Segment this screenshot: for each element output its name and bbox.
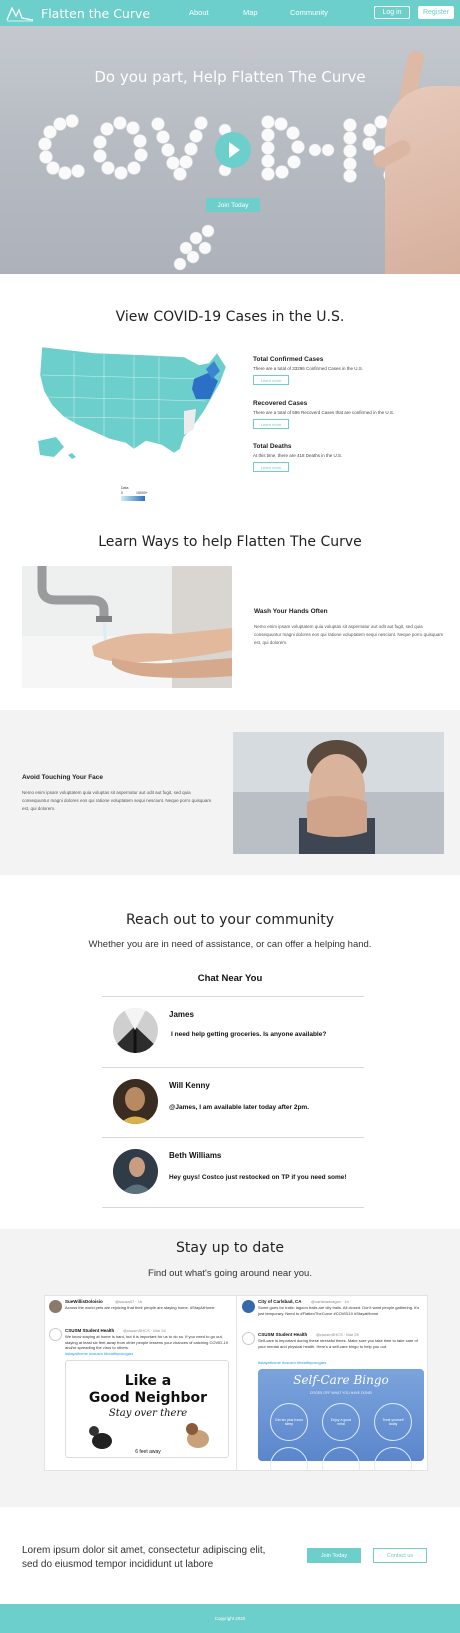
poster-line3: Stay over there: [108, 1408, 188, 1419]
tweet-handle: @csusmSHCS · Mar 24: [123, 1328, 166, 1333]
avatar-beth-williams-image: [113, 1149, 158, 1194]
hero-join-button[interactable]: Join Today: [206, 198, 260, 212]
cta-join-button[interactable]: Join Today: [307, 1548, 361, 1563]
updates-subtitle: Find out what's going around near you.: [148, 1268, 312, 1279]
chat-divider: [102, 1067, 364, 1068]
curve-logo-icon[interactable]: [6, 4, 34, 22]
avatar-will-kenny-image: [113, 1079, 158, 1124]
cta-text: Lorem ipsum dolor sit amet, consectetur …: [22, 1545, 266, 1570]
tweet-hashtags[interactable]: #stayathome #csusm #healthycougars: [258, 1360, 326, 1366]
man-covering-face-illustration: [233, 732, 444, 854]
updates-title: Stay up to date: [176, 1240, 284, 1256]
chat-divider: [102, 1207, 364, 1208]
poster-line1: Like a: [124, 1373, 172, 1389]
us-cases-map[interactable]: [34, 345, 234, 470]
face-text: Nemo enim ipsam voluptatem quia voluptas…: [22, 790, 212, 811]
brand-name[interactable]: Flatten the Curve: [41, 6, 150, 21]
stat-text-deaths: At this time, there are 418 Deaths in th…: [253, 453, 343, 458]
copyright-text: Copyright 2020: [214, 1616, 246, 1621]
tweet-text: Self-care is important during these stre…: [258, 1338, 418, 1349]
stat-text-confirmed: There are a total of 33296 Confirmed Cas…: [253, 366, 364, 371]
chat-name-beth-williams: Beth Williams: [169, 1151, 222, 1160]
wash-hands-heading: Wash Your Hands Often: [254, 608, 328, 615]
hand-image: [385, 86, 460, 274]
chat-title: Chat Near You: [197, 973, 263, 984]
tweet-handle: @carlsbadcagov · 1h: [311, 1299, 349, 1304]
chat-divider: [102, 1137, 364, 1138]
avatar-will-kenny[interactable]: [113, 1079, 158, 1124]
stat-heading-deaths: Total Deaths: [253, 443, 292, 450]
chat-name-will-kenny: Will Kenny: [169, 1081, 210, 1090]
stat-heading-confirmed: Total Confirmed Cases: [253, 356, 324, 363]
ways-title: Learn Ways to help Flatten The Curve: [98, 534, 362, 550]
hero-banner: Do you part, Help Flatten The Curve Join…: [0, 26, 460, 274]
tweet-avatar[interactable]: [49, 1328, 62, 1341]
tweet-author[interactable]: SueWillisDoloisio: [65, 1299, 103, 1304]
chat-message-will-kenny: @James, I am available later today after…: [169, 1104, 310, 1111]
community-subtitle: Whether you are in need of assistance, o…: [88, 939, 372, 950]
tweet-avatar[interactable]: [242, 1332, 255, 1345]
hero-title: Do you part, Help Flatten The Curve: [94, 68, 366, 86]
face-heading: Avoid Touching Your Face: [22, 774, 104, 781]
bingo-cell: Treat yourself today: [374, 1403, 412, 1441]
login-button[interactable]: Log in: [374, 6, 410, 19]
tweet-handle: @csusmSHCS · Mar 25: [316, 1332, 359, 1337]
top-nav: Flatten the Curve About Map Community Lo…: [0, 0, 460, 26]
bingo-cell: Get six plus hours sleep: [270, 1403, 308, 1441]
chat-message-beth-williams: Hey guys! Costco just restocked on TP if…: [169, 1174, 347, 1181]
dogs-icon: [89, 1423, 209, 1449]
tweet-handle: @sousa07 · 1h: [115, 1299, 143, 1304]
self-care-bingo-image[interactable]: Self-Care Bingo CROSS OFF WHAT YOU HAVE …: [258, 1369, 424, 1470]
learn-more-recovered-button[interactable]: Learn more: [253, 419, 289, 429]
map-legend-max: 15000+: [136, 491, 148, 495]
wash-hands-image: [22, 566, 232, 688]
touch-face-image: [233, 732, 444, 854]
feed-divider: [236, 1296, 237, 1470]
learn-more-deaths-button[interactable]: Learn more: [253, 462, 289, 472]
play-video-button[interactable]: [215, 132, 251, 168]
tweet-text: Some goes for trails: lagoon trails are …: [258, 1305, 420, 1316]
tweet-author[interactable]: City of Carlsbad, CA: [258, 1299, 302, 1304]
community-title: Reach out to your community: [125, 912, 335, 928]
chat-message-james: I need help getting groceries. Is anyone…: [171, 1031, 327, 1038]
stat-text-recovered: There are a total of 596 Recoverd Cases …: [253, 410, 395, 415]
tweet-text: We know staying at home is hard, but it …: [65, 1334, 228, 1350]
footer: Copyright 2020: [0, 1604, 460, 1633]
bingo-cell: [322, 1447, 360, 1470]
bingo-cell: [270, 1447, 308, 1470]
wash-hands-text: Nemo enim ipsam voluptatem quia voluptas…: [254, 624, 444, 645]
bingo-title: Self-Care Bingo: [293, 1373, 389, 1387]
tweet-poster-image[interactable]: Like a Good Neighbor Stay over there 6 f…: [65, 1360, 229, 1458]
nav-link-map[interactable]: Map: [243, 8, 258, 17]
bingo-cell: [374, 1447, 412, 1470]
cases-title: View COVID-19 Cases in the U.S.: [115, 309, 345, 325]
tweet-avatar[interactable]: [242, 1300, 255, 1313]
learn-more-confirmed-button[interactable]: Learn more: [253, 375, 289, 385]
nav-link-about[interactable]: About: [189, 8, 209, 17]
chat-divider: [102, 996, 364, 997]
chat-name-james: James: [169, 1010, 194, 1019]
avatar-james-image: [113, 1008, 158, 1053]
map-legend-label: Data: [121, 486, 129, 490]
poster-bottom: 6 feet away: [135, 1449, 161, 1455]
tweet-text: Across the world pets are rejoicing that…: [65, 1305, 215, 1310]
poster-line2: Good Neighbor: [88, 1390, 208, 1406]
bingo-cell: Enjoy a good meal: [322, 1403, 360, 1441]
twitter-feed-embed[interactable]: SueWillisDoloisio @sousa07 · 1h Across t…: [44, 1295, 428, 1471]
cta-contact-button[interactable]: Contact us: [373, 1548, 427, 1563]
tweet-author[interactable]: CSUSM Student Health: [258, 1332, 307, 1337]
tweet-hashtags[interactable]: #stayathome #csusm #healthycougars: [65, 1351, 133, 1357]
avatar-james[interactable]: [113, 1008, 158, 1053]
register-button[interactable]: Register: [418, 6, 454, 19]
faucet-hands-illustration: [22, 566, 232, 688]
bingo-subtitle: CROSS OFF WHAT YOU HAVE DONE!: [309, 1391, 373, 1395]
map-legend-min: 0: [121, 491, 123, 495]
map-legend-scale: [121, 496, 145, 501]
tweet-author[interactable]: CSUSM Student Health: [65, 1328, 114, 1333]
nav-link-community[interactable]: Community: [290, 8, 328, 17]
avatar-beth-williams[interactable]: [113, 1149, 158, 1194]
stat-heading-recovered: Recovered Cases: [253, 400, 308, 407]
tweet-avatar[interactable]: [49, 1300, 62, 1313]
